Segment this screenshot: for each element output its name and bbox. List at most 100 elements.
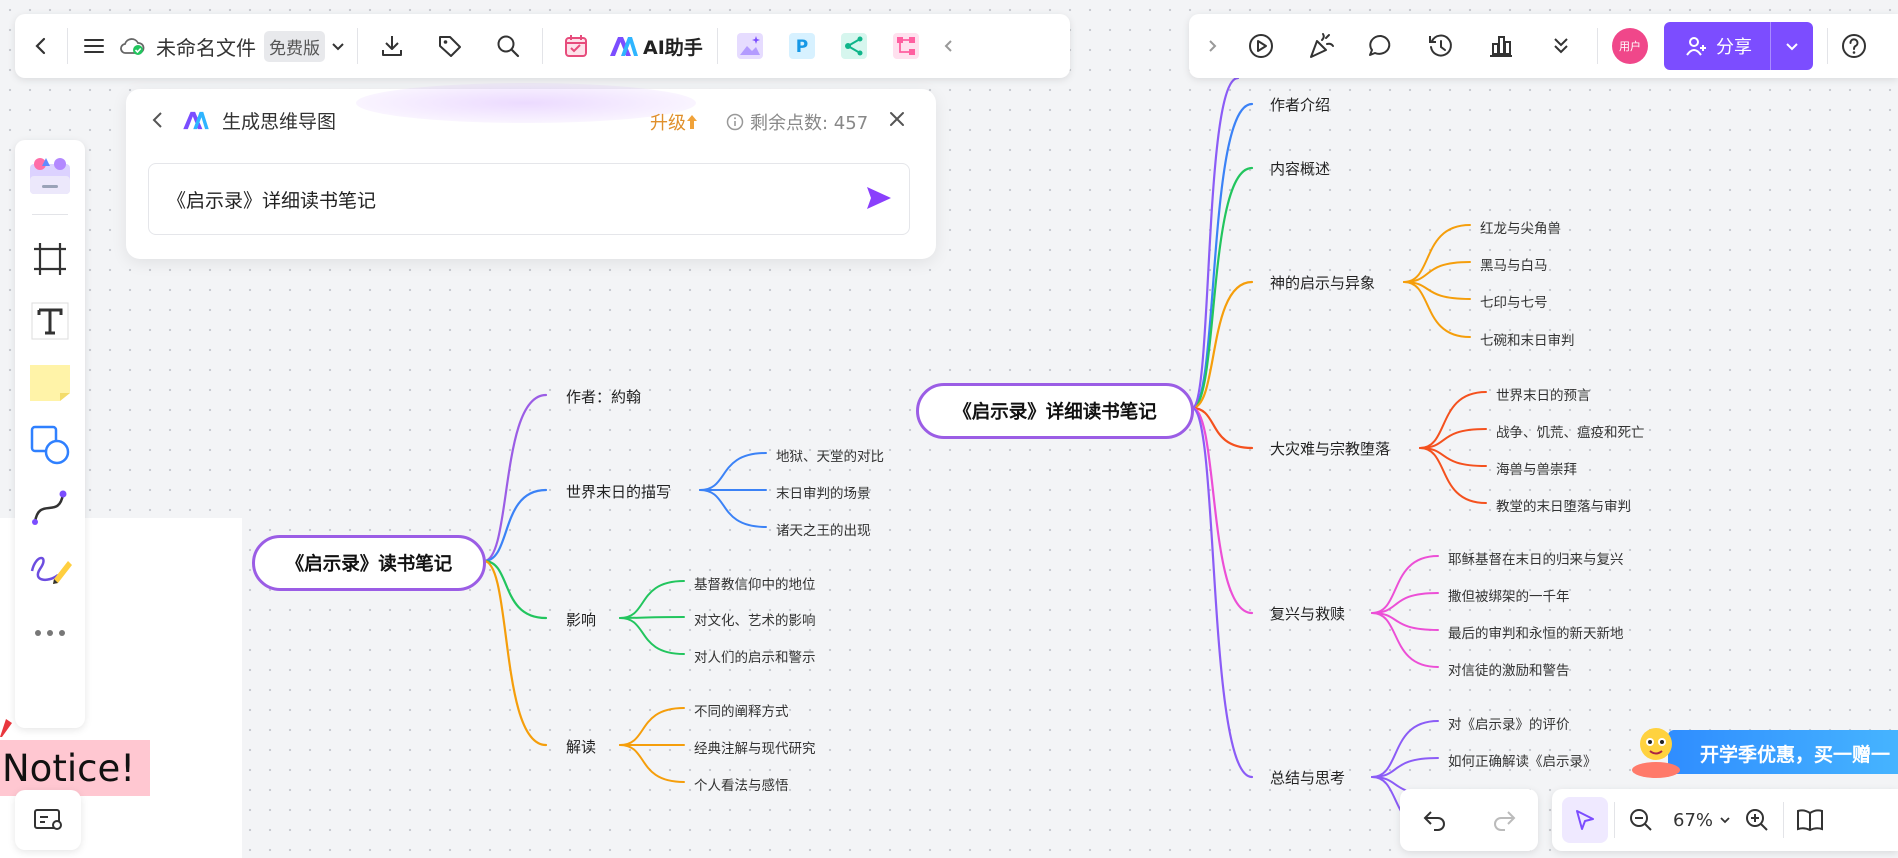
mindmap-leaf-node[interactable]: 耶稣基督在末日的归来与复兴 (1448, 548, 1624, 568)
shape-tool[interactable] (26, 421, 74, 469)
undo-button[interactable] (1415, 800, 1455, 840)
mindmap-branch-node[interactable]: 复兴与救赎 (1270, 603, 1345, 624)
history-button[interactable] (1411, 26, 1471, 66)
mindmap-branch-node[interactable]: 大灾难与宗教堕落 (1270, 438, 1390, 459)
redo-button[interactable] (1484, 800, 1524, 840)
share-label: 分享 (1716, 37, 1752, 58)
prompt-input[interactable]: 《启示录》详细读书笔记 (167, 186, 376, 213)
mindmap-leaf-node[interactable]: 红龙与尖角兽 (1480, 217, 1561, 237)
mindmap-root-right[interactable]: 《启示录》详细读书笔记 (916, 383, 1194, 439)
sticky-note-icon (30, 365, 70, 401)
search-button[interactable] (480, 26, 536, 66)
mindmap-leaf-node[interactable]: 七印与七号 (1480, 291, 1548, 311)
zoom-level[interactable]: 67% (1673, 810, 1713, 831)
mindmap-leaf-node[interactable]: 诸天之王的出现 (776, 519, 871, 539)
file-name[interactable]: 未命名文件 (156, 32, 256, 61)
mindmap-leaf-node[interactable]: 教堂的末日堕落与审判 (1496, 495, 1631, 515)
ai-image-button[interactable] (724, 26, 776, 66)
zoom-out-button[interactable] (1621, 800, 1661, 840)
back-button[interactable] (21, 26, 61, 66)
presentation-button[interactable]: P (776, 26, 828, 66)
ai-assistant-button[interactable]: AI助手 (609, 33, 703, 60)
user-avatar[interactable]: 用户 (1612, 28, 1648, 64)
zoom-level-dropdown[interactable] (1713, 800, 1737, 840)
more-tools-button[interactable] (26, 609, 74, 657)
chevron-down-icon (1786, 43, 1798, 51)
mascot-icon (1632, 728, 1680, 778)
mindmap-leaf-node[interactable]: 世界末日的预言 (1496, 384, 1591, 404)
mindmap-leaf-node[interactable]: 战争、饥荒、瘟疫和死亡 (1496, 421, 1645, 441)
download-button[interactable] (364, 26, 420, 66)
mindmap-branch-node[interactable]: 作者介绍 (1270, 94, 1330, 115)
sticky-note-tool[interactable] (26, 359, 74, 407)
more-tools-button[interactable] (1531, 26, 1591, 66)
comment-button[interactable] (1351, 26, 1411, 66)
upgrade-link[interactable]: 升级 (650, 109, 698, 135)
mindmap-branch-node[interactable]: 总结与思考 (1270, 767, 1345, 788)
mindmap-leaf-node[interactable]: 对《启示录》的评价 (1448, 713, 1570, 733)
share-options-dropdown[interactable] (1771, 22, 1813, 70)
mindmap-branch-node[interactable]: 解读 (566, 736, 596, 757)
notice-flag-icon (0, 717, 12, 737)
divider (542, 28, 543, 64)
connector-tool[interactable] (26, 483, 74, 531)
flowchart-app-button[interactable] (880, 26, 932, 66)
panel-close-button[interactable] (886, 108, 908, 130)
mindmap-connector (619, 707, 685, 746)
mindmap-leaf-node[interactable]: 黑马与白马 (1480, 254, 1548, 274)
mindmap-leaf-node[interactable]: 对人们的启示和警示 (694, 646, 816, 666)
tag-button[interactable] (420, 26, 480, 66)
promo-banner[interactable]: 开学季优惠，买一赠一 (1628, 722, 1898, 780)
calendar-button[interactable] (549, 26, 603, 66)
mindmap-leaf-node[interactable]: 海兽与兽崇拜 (1496, 458, 1577, 478)
send-button[interactable] (865, 184, 893, 212)
root-label: 《启示录》详细读书笔记 (953, 402, 1157, 423)
pen-tool[interactable] (26, 545, 74, 593)
mindmap-leaf-node[interactable]: 对信徒的激励和警告 (1448, 659, 1570, 679)
download-icon (382, 36, 402, 56)
expand-toolbar-button[interactable] (1193, 26, 1231, 66)
mindmap-root-left[interactable]: 《启示录》读书笔记 (252, 535, 486, 591)
minimap-button[interactable] (15, 790, 81, 850)
present-button[interactable] (1231, 26, 1291, 66)
mindmap-branch-node[interactable]: 作者：約翰 (566, 386, 641, 407)
mindmap-branch-node[interactable]: 神的启示与异象 (1270, 272, 1375, 293)
file-options-dropdown[interactable] (325, 26, 351, 66)
mindmap-connector (1190, 76, 1240, 410)
mindmap-leaf-node[interactable]: 撒但被绑架的一千年 (1448, 585, 1570, 605)
mindmap-leaf-node[interactable]: 七碗和末日审判 (1480, 329, 1575, 349)
mindmap-leaf-node[interactable]: 基督教信仰中的地位 (694, 573, 816, 593)
mindmap-leaf-node[interactable]: 不同的阐释方式 (694, 700, 789, 720)
share-button[interactable]: 分享 (1664, 22, 1770, 70)
cloud-sync-status[interactable] (114, 26, 150, 66)
collapse-toolbar-button[interactable] (932, 26, 966, 66)
mindmap-branch-node[interactable]: 世界末日的描写 (566, 481, 671, 502)
calendar-icon (565, 35, 587, 57)
mindmap-connector (1371, 720, 1439, 778)
menu-button[interactable] (74, 26, 114, 66)
select-tool-button[interactable] (1562, 797, 1608, 843)
celebrate-button[interactable] (1291, 26, 1351, 66)
mindmap-branch-node[interactable]: 内容概述 (1270, 158, 1330, 179)
prompt-input-box[interactable]: 《启示录》详细读书笔记 (148, 163, 910, 235)
frame-tool[interactable] (26, 235, 74, 283)
plan-badge[interactable]: 免费版 (264, 30, 325, 62)
zoom-in-button[interactable] (1737, 800, 1777, 840)
help-button[interactable] (1834, 26, 1874, 66)
mindmap-leaf-node[interactable]: 地狱、天堂的对比 (776, 445, 884, 465)
guide-button[interactable] (1790, 800, 1830, 840)
mindmap-leaf-node[interactable]: 最后的审判和永恒的新天新地 (1448, 622, 1624, 642)
mindmap-leaf-node[interactable]: 末日审判的场景 (776, 482, 871, 502)
text-tool[interactable] (26, 297, 74, 345)
send-icon (867, 187, 891, 209)
add-user-icon (1686, 37, 1706, 56)
mindmap-leaf-node[interactable]: 如何正确解读《启示录》 (1448, 750, 1597, 770)
statistics-button[interactable] (1471, 26, 1531, 66)
mindmap-leaf-node[interactable]: 对文化、艺术的影响 (694, 609, 816, 629)
mindmap-branch-node[interactable]: 影响 (566, 609, 596, 630)
mindmap-leaf-node[interactable]: 个人看法与感悟 (694, 774, 789, 794)
panel-back-button[interactable] (148, 109, 172, 133)
mindmap-app-button[interactable] (828, 26, 880, 66)
mindmap-leaf-node[interactable]: 经典注解与现代研究 (694, 737, 816, 757)
templates-tool[interactable] (26, 152, 74, 200)
